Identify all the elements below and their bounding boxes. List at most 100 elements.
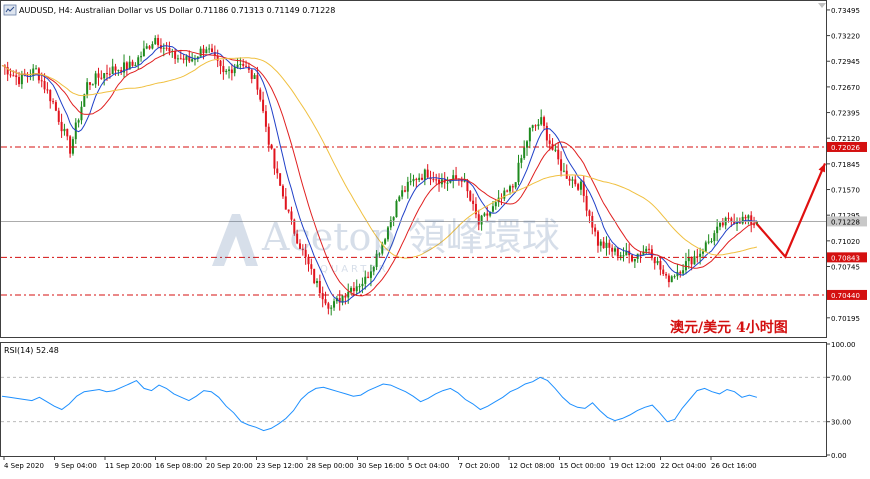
candle-body — [718, 222, 721, 227]
candle-body — [523, 147, 526, 159]
rsi-panel — [1, 376, 826, 432]
time-axis-label: 16 Sep 08:00 — [156, 462, 203, 470]
time-axis-label: 28 Sep 00:00 — [307, 462, 354, 470]
candle-body — [631, 255, 634, 262]
time-axis-label: 11 Sep 20:00 — [105, 462, 152, 470]
candle-body — [125, 62, 128, 70]
candle-body — [588, 210, 591, 216]
candle-body — [185, 56, 188, 60]
candle-body — [154, 38, 157, 45]
candle-body — [543, 117, 546, 126]
candle-body — [506, 190, 509, 192]
price-axis-label: 0.72395 — [831, 110, 860, 118]
price-axis-label: 0.73220 — [831, 33, 860, 41]
candle-body — [57, 110, 60, 122]
candle-body — [491, 206, 494, 212]
candle-body — [738, 222, 741, 224]
candle-body — [713, 233, 716, 242]
candle-body — [100, 77, 103, 79]
rsi-axis-label: 70.00 — [831, 374, 851, 382]
candle-body — [279, 173, 282, 186]
price-axis-label: 0.72670 — [831, 84, 860, 92]
candle-body — [176, 58, 179, 60]
candle-body — [682, 270, 685, 274]
candle-body — [659, 260, 662, 270]
candle-body — [611, 247, 614, 252]
candle-body — [54, 102, 57, 111]
candle-body — [94, 73, 97, 85]
candle-body — [716, 226, 719, 234]
candle-body — [236, 64, 239, 68]
price-panel — [1, 34, 827, 316]
candle-body — [142, 48, 145, 57]
watermark-text: Acetop 領峰環球 — [261, 215, 560, 259]
candle-body — [168, 47, 171, 52]
candle-body — [60, 121, 63, 132]
candle-body — [435, 179, 438, 181]
time-axis-label: 12 Oct 08:00 — [509, 462, 555, 470]
candle-body — [86, 82, 89, 95]
candle-body — [230, 69, 233, 74]
candle-body — [406, 181, 409, 192]
candle-body — [284, 196, 287, 210]
candle-body — [699, 253, 702, 257]
ma-mid-line — [1, 49, 758, 297]
candle-body — [318, 280, 321, 294]
candle-body — [665, 273, 668, 276]
candle-body — [599, 241, 602, 246]
candle-body — [103, 73, 106, 79]
candle-body — [333, 301, 336, 308]
candle-body — [684, 261, 687, 271]
candle-body — [199, 48, 202, 57]
candle-body — [77, 120, 80, 123]
candle-body — [540, 117, 543, 125]
main-panel-frame — [0, 0, 827, 338]
candle-body — [613, 248, 616, 252]
candle-body — [46, 89, 49, 91]
candle-body — [446, 182, 449, 184]
candle-body — [15, 75, 18, 78]
forecast-arrow-icon — [756, 162, 827, 259]
candle-body — [571, 179, 574, 181]
candle-body — [667, 275, 670, 283]
candle-body — [602, 241, 605, 248]
candle-body — [472, 200, 475, 204]
candle-body — [361, 283, 364, 287]
rsi-axis-label: 30.00 — [831, 419, 851, 427]
time-axis-label: 5 Oct 04:00 — [408, 462, 449, 470]
chart-root: 0.73495 0.73220 0.72945 0.72670 0.72395 0.721… — [0, 0, 870, 475]
candle-body — [134, 64, 137, 66]
candle-body — [165, 47, 168, 49]
candle-body — [225, 70, 228, 73]
current-price-label: 0.71228 — [831, 218, 860, 226]
time-axis-label: 23 Sep 12:00 — [257, 462, 304, 470]
candle-body — [262, 99, 265, 112]
candle-body — [656, 260, 659, 264]
candle-body — [182, 58, 185, 60]
candle-body — [727, 217, 730, 219]
candle-body — [316, 280, 319, 284]
chart-svg: 0.734950.732200.729450.726700.723950.721… — [0, 0, 867, 470]
candle-body — [403, 190, 406, 192]
candle-body — [653, 258, 656, 264]
candle-body — [228, 69, 231, 71]
level-price-label: 0.70843 — [831, 254, 860, 262]
candle-body — [579, 181, 582, 190]
candle-body — [508, 186, 511, 192]
candle-body — [202, 48, 205, 54]
candle-body — [358, 286, 361, 288]
candle-body — [639, 253, 642, 255]
candle-body — [648, 248, 651, 250]
candle-body — [211, 48, 214, 53]
candle-body — [267, 126, 270, 145]
candle-body — [179, 58, 182, 60]
candle-body — [259, 89, 262, 100]
candle-body — [330, 307, 333, 309]
collapse-arrow-icon[interactable] — [818, 3, 826, 8]
candle-body — [421, 177, 424, 180]
candle-body — [233, 67, 236, 74]
rsi-panel-frame — [0, 342, 827, 457]
candle-body — [526, 141, 529, 148]
candle-body — [108, 73, 111, 75]
candle-body — [418, 177, 421, 180]
